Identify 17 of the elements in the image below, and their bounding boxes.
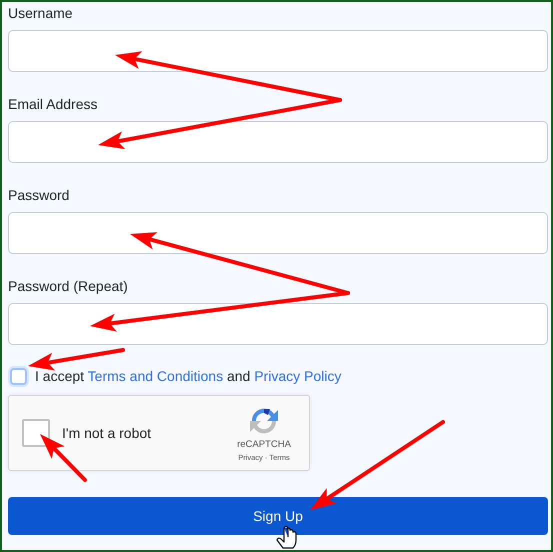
terms-checkbox[interactable] [10, 368, 27, 384]
sign-up-button[interactable]: Sign Up [8, 497, 548, 535]
hand-cursor-icon [276, 526, 297, 549]
field-label: Email Address [8, 95, 98, 113]
input-field[interactable] [8, 121, 548, 163]
field-label: Password (Repeat) [8, 277, 129, 295]
field-label: Username [8, 4, 74, 22]
input-field[interactable] [8, 303, 548, 345]
input-field[interactable] [8, 30, 548, 72]
input-field[interactable] [8, 212, 548, 254]
field-label: Password [8, 186, 70, 204]
privacy-link[interactable]: Privacy Policy [254, 368, 342, 384]
terms-text: I accept Terms and Conditions and Privacy Policy [35, 368, 342, 384]
captcha-checkbox[interactable] [22, 419, 50, 447]
terms-link[interactable]: Terms and Conditions [88, 368, 224, 384]
captcha-label: I'm not a robot [62, 425, 152, 441]
recaptcha-brand: reCAPTCHA [237, 438, 291, 450]
